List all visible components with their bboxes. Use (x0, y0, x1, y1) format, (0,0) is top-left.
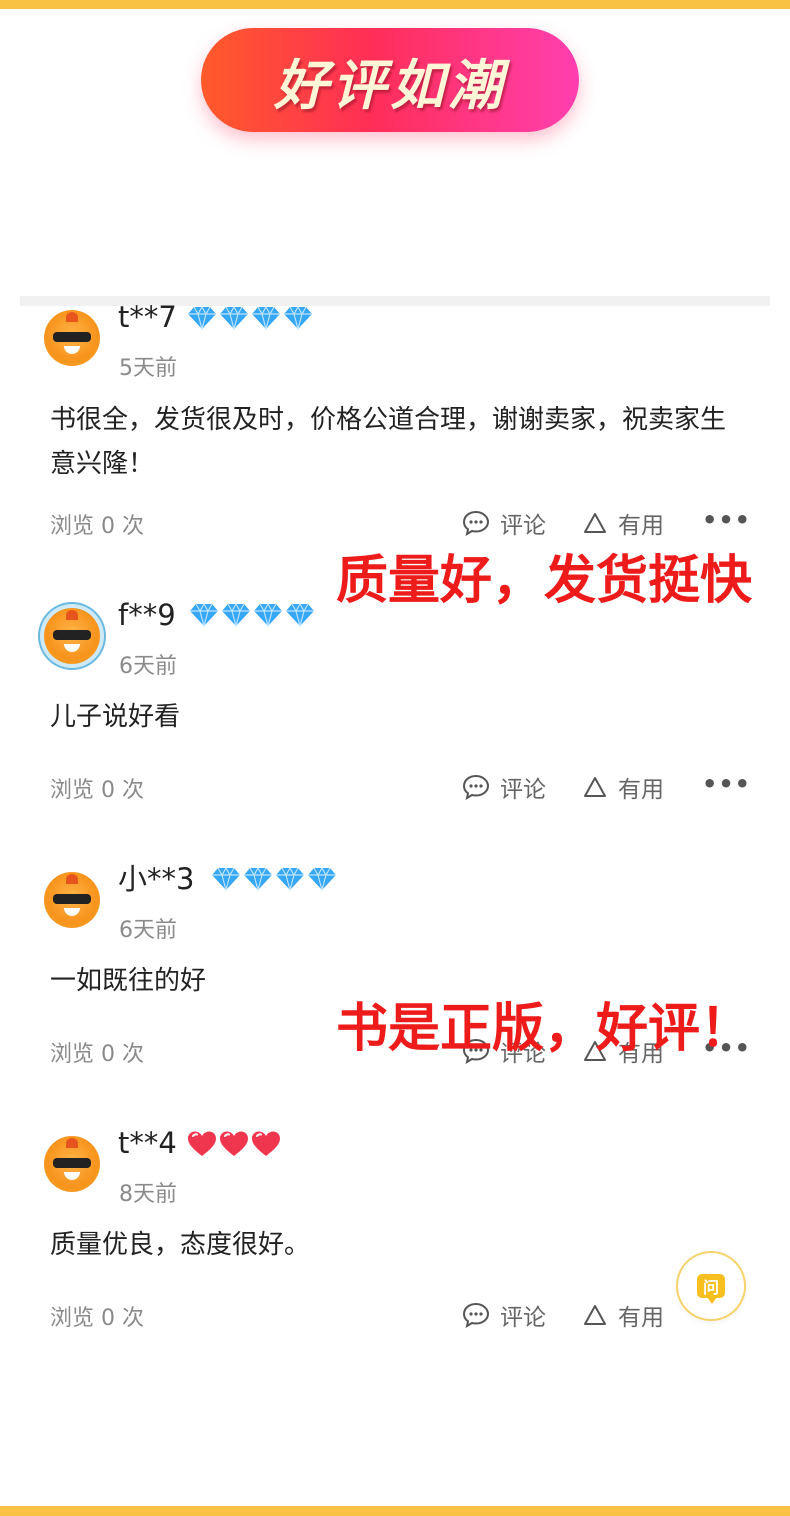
useful-label: 有用 (618, 513, 664, 539)
overlay-caption-quality: 质量好，发货挺快 (336, 551, 753, 611)
comment-icon (462, 510, 490, 536)
avatar[interactable] (44, 872, 100, 928)
avatar[interactable] (44, 310, 100, 366)
diamond-icon (252, 306, 280, 330)
view-count: 浏览 0 次 (50, 1042, 144, 1067)
review-page: 好评如潮 t**7 5天前 书很全，发货很及时，价格公道合理，谢谢卖家，祝卖家生… (0, 0, 790, 1516)
diamond-badges (189, 603, 315, 627)
thumbs-up-icon (584, 777, 606, 797)
diamond-icon (244, 867, 272, 891)
diamond-icon (222, 603, 250, 627)
useful-label: 有用 (618, 1305, 664, 1331)
useful-button[interactable]: 有用 (582, 770, 664, 804)
ask-question-button[interactable]: 问 (678, 1253, 744, 1319)
useful-button[interactable]: 有用 (582, 1298, 664, 1332)
review-time: 6天前 (119, 918, 177, 943)
review-time: 6天前 (119, 654, 177, 679)
bottom-stripe (0, 1506, 790, 1516)
diamond-icon (188, 306, 216, 330)
comment-label: 评论 (500, 777, 546, 803)
diamond-badges (187, 306, 313, 330)
diamond-badges (211, 867, 337, 891)
thumbs-up-icon (584, 1305, 606, 1325)
username[interactable]: t**4 (118, 1126, 177, 1160)
view-count: 浏览 0 次 (50, 1306, 144, 1331)
diamond-icon (220, 306, 248, 330)
useful-button[interactable]: 有用 (582, 506, 664, 540)
avatar-mouth (64, 644, 80, 652)
overlay-caption-genuine: 书是正版，好评！ (336, 999, 753, 1059)
view-count: 浏览 0 次 (50, 778, 144, 803)
diamond-icon (286, 603, 314, 627)
heart-icon (188, 1131, 216, 1156)
diamond-icon (212, 867, 240, 891)
review-content: 儿子说好看 (50, 702, 181, 732)
comment-icon (462, 1302, 490, 1328)
avatar-glasses (53, 1158, 91, 1168)
more-button[interactable]: ••• (702, 506, 751, 534)
view-count: 浏览 0 次 (50, 514, 144, 539)
username[interactable]: t**7 (118, 300, 177, 334)
comment-label: 评论 (500, 513, 546, 539)
diamond-icon (190, 603, 218, 627)
avatar-glasses (53, 332, 91, 342)
banner: 好评如潮 (201, 28, 579, 132)
avatar-glasses (53, 630, 91, 640)
review-content: 质量优良，态度很好。 (50, 1230, 311, 1260)
banner-title: 好评如潮 (274, 53, 506, 117)
more-button[interactable]: ••• (702, 770, 751, 798)
avatar-mouth (64, 346, 80, 354)
avatar-crest (66, 874, 78, 884)
comment-button[interactable]: 评论 (462, 770, 546, 804)
avatar-crest (66, 1138, 78, 1148)
avatar[interactable] (44, 608, 100, 664)
comment-button[interactable]: 评论 (462, 506, 546, 540)
thumbs-up-icon (584, 513, 606, 533)
useful-label: 有用 (618, 777, 664, 803)
review-time: 8天前 (119, 1182, 177, 1207)
diamond-icon (284, 306, 312, 330)
comment-label: 评论 (500, 1305, 546, 1331)
question-bubble-icon: 问 (697, 1274, 725, 1304)
avatar-mouth (64, 908, 80, 916)
heart-icon (220, 1131, 248, 1156)
heart-icon (252, 1131, 280, 1156)
avatar[interactable] (44, 1136, 100, 1192)
comment-button[interactable]: 评论 (462, 1298, 546, 1332)
review-time: 5天前 (119, 356, 177, 381)
diamond-icon (254, 603, 282, 627)
avatar-crest (66, 312, 78, 322)
ask-label: 问 (702, 1278, 719, 1297)
avatar-crest (66, 610, 78, 620)
username[interactable]: 小**3 (118, 862, 194, 896)
username[interactable]: f**9 (118, 598, 176, 632)
diamond-icon (308, 867, 336, 891)
diamond-icon (276, 867, 304, 891)
avatar-glasses (53, 894, 91, 904)
heart-badges (187, 1130, 281, 1158)
comment-icon (462, 774, 490, 800)
avatar-mouth (64, 1172, 80, 1180)
top-stripe (0, 0, 790, 9)
review-content: 书很全，发货很及时，价格公道合理，谢谢卖家，祝卖家生意兴隆！ (50, 405, 727, 479)
